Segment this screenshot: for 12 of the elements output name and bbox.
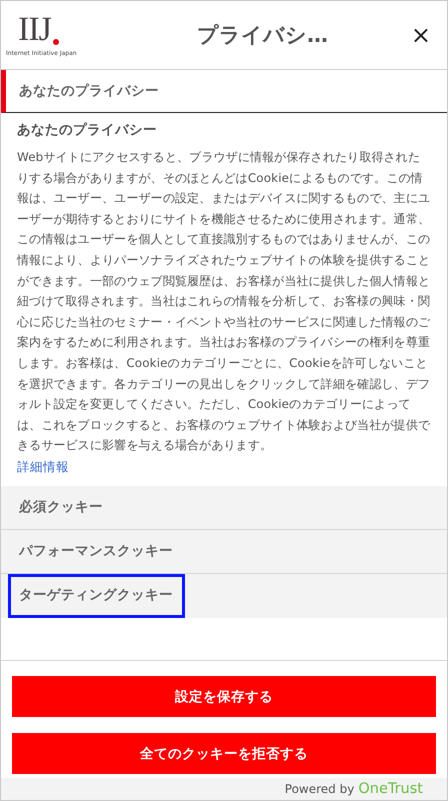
logo-text: IIJ xyxy=(18,11,51,48)
menu-tab[interactable]: あなたのプライバシー xyxy=(1,70,447,113)
dialog-title: プライバシ… xyxy=(196,22,329,49)
section-heading: あなたのプライバシー xyxy=(17,121,158,139)
close-button[interactable]: × xyxy=(406,21,435,49)
description-text: Webサイトにアクセスすると、ブラウザに情報が保存されたり取得されたりする場合がありますが、そのほとんどはCookieによるものです。この情報は、ユーザー、ユーザーの設定、またはデバイスに関するもので、主にユーザーが期待するとおりにサイトを機能させるために使用されます。通常、この情報はユーザーを個人として直接識別するものではありませんが、この情報により、よりパーソナライズされたウェブサイトの体験を提供することができます。一部のウェブ閲覧履歴は、お客様が当社に提供した個人情報と紐づけて取得されます。当社はこれらの情報を分析して、お客様の興味・関心に応じた当社のセミナー・イベントや当社のサービスに関連した情報のご案内をするために利用されます。当社はお客様のプライバシーの権利を尊重します。お客様は、Cookieのカテゴリーごとに、Cookieを許可しないことを選択できます。各カテゴリーの見出しをクリックして詳細を確認し、デフォルト設定を変更してください。ただし、Cookieのカテゴリーによっては、これをブロックすると、お客様のウェブサイト体験および当社が提供できるサービスに影響を与える場合があります。 xyxy=(17,149,431,454)
category-tab[interactable]: ターゲティングクッキー xyxy=(8,574,185,618)
more-info-link[interactable]: 詳細情報 xyxy=(17,458,69,476)
action-button[interactable]: 設定を保存する xyxy=(12,676,436,717)
powered-by-text: Powered by xyxy=(284,782,354,796)
action-button[interactable]: 全てのクッキーを拒否する xyxy=(12,733,436,774)
dot-icon xyxy=(53,39,59,45)
